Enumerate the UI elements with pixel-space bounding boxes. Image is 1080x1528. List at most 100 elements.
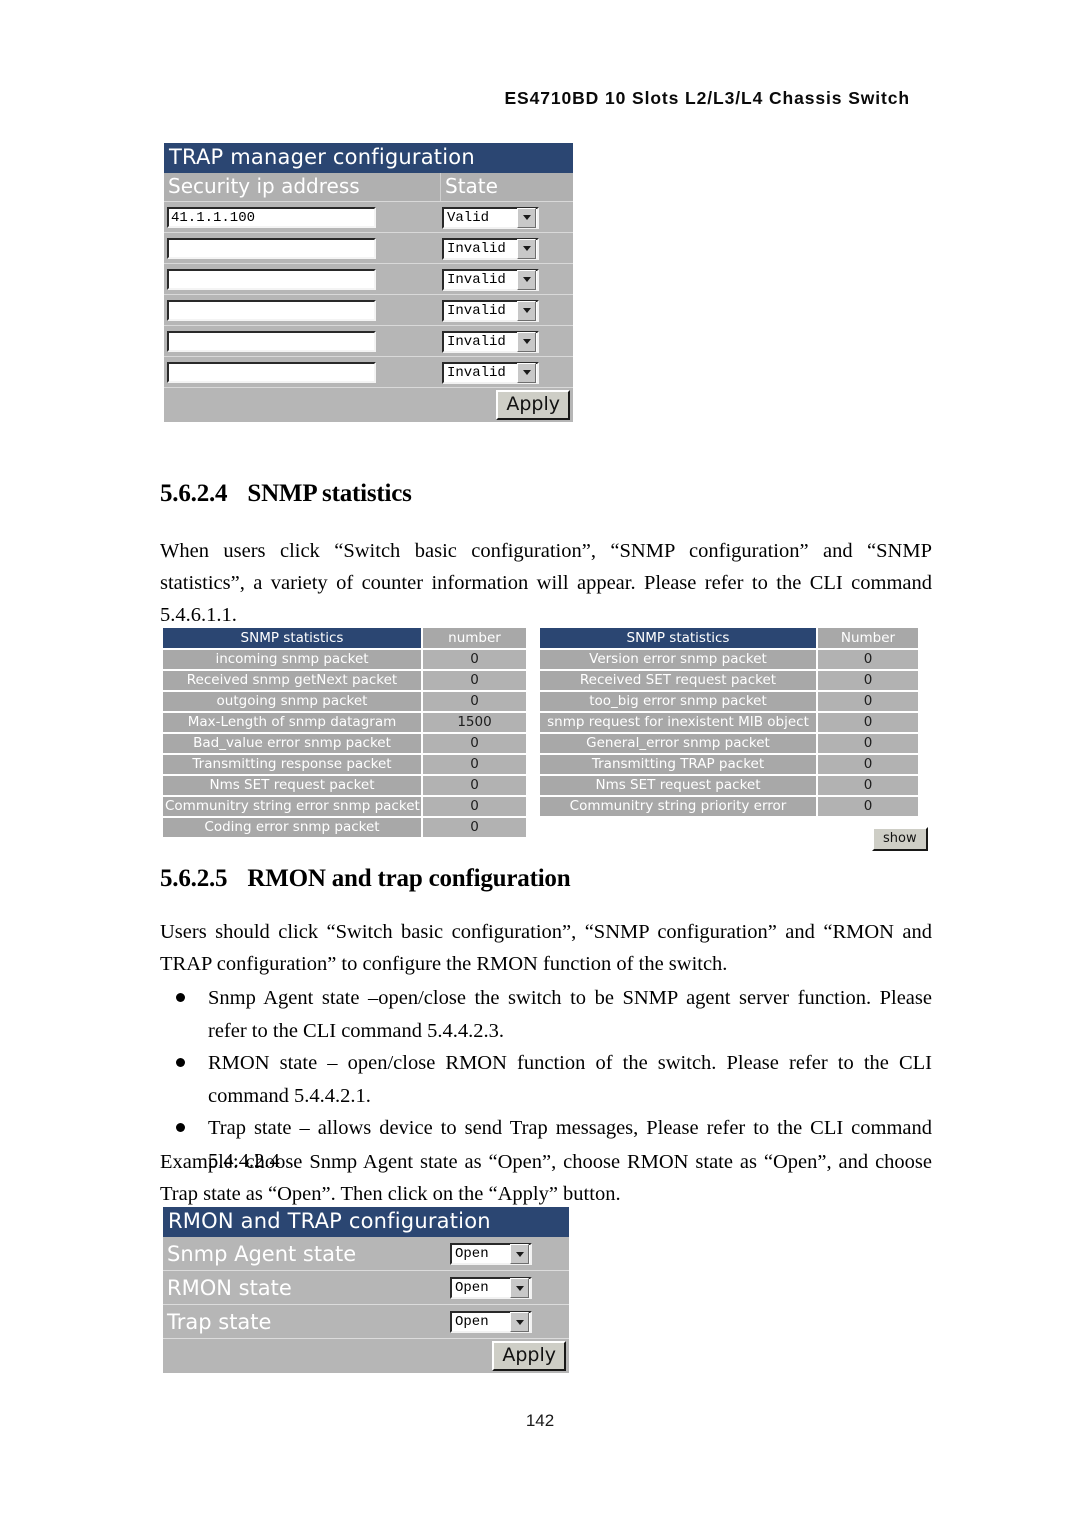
- chevron-down-icon[interactable]: [517, 207, 536, 228]
- running-head: ES4710BD 10 Slots L2/L3/L4 Chassis Switc…: [504, 88, 910, 108]
- stat-value: 0: [818, 755, 918, 774]
- stat-value: 0: [423, 818, 526, 837]
- stat-value: 1500: [423, 713, 526, 732]
- trap-manager-row: Valid: [164, 202, 573, 233]
- table-row: Coding error snmp packet 0: [163, 818, 526, 837]
- bullet-icon: [176, 993, 185, 1002]
- state-select-3[interactable]: Invalid: [442, 268, 539, 291]
- select-value: Invalid: [447, 302, 506, 319]
- select-value: Invalid: [447, 271, 506, 288]
- security-ip-input-1[interactable]: [167, 207, 376, 229]
- state-select-6[interactable]: Invalid: [442, 361, 539, 384]
- state-cell: Invalid: [436, 237, 573, 260]
- snmp-statistics-table-right: SNMP statistics Number Version error snm…: [540, 628, 918, 816]
- chevron-down-icon[interactable]: [510, 1278, 529, 1298]
- security-ip-input-3[interactable]: [167, 269, 376, 291]
- state-cell: Invalid: [436, 268, 573, 291]
- select-value: Open: [455, 1314, 489, 1330]
- stat-value: 0: [423, 692, 526, 711]
- state-cell: Valid: [436, 206, 573, 229]
- stat-name: Nms SET request packet: [540, 776, 816, 795]
- table-row: Received snmp getNext packet 0: [163, 671, 526, 690]
- chevron-down-icon[interactable]: [517, 300, 536, 321]
- trap-manager-panel: TRAP manager configuration Security ip a…: [164, 143, 573, 422]
- stat-value: 0: [818, 797, 918, 816]
- stat-value: 0: [818, 692, 918, 711]
- rmon-trap-row: RMON state Open: [163, 1271, 569, 1305]
- snmp-right-rows: Version error snmp packet 0 Received SET r…: [540, 650, 918, 816]
- table-row: incoming snmp packet 0: [163, 650, 526, 669]
- stat-name: Version error snmp packet: [540, 650, 816, 669]
- trap-manager-row: Invalid: [164, 357, 573, 388]
- table-row: Received SET request packet 0: [540, 671, 918, 690]
- stat-name: Transmitting TRAP packet: [540, 755, 816, 774]
- state-select-1[interactable]: Valid: [442, 206, 539, 229]
- column-header-security-ip: Security ip address: [168, 174, 360, 198]
- state-select-2[interactable]: Invalid: [442, 237, 539, 260]
- table-row: snmp request for inexistent MIB object 0: [540, 713, 918, 732]
- table-row: Max-Length of snmp datagram 1500: [163, 713, 526, 732]
- state-select-4[interactable]: Invalid: [442, 299, 539, 322]
- column-header-number: number: [423, 628, 526, 648]
- rmon-row-control: Open: [448, 1276, 569, 1299]
- security-ip-input-5[interactable]: [167, 331, 376, 353]
- security-ip-cell: [164, 299, 436, 322]
- stat-name: incoming snmp packet: [163, 650, 421, 669]
- paragraph-snmp-statistics: When users click “Switch basic configura…: [160, 540, 932, 626]
- rmon-state-select-3[interactable]: Open: [450, 1311, 532, 1333]
- list-item-text: Snmp Agent state –open/close the switch …: [208, 987, 932, 1042]
- select-value: Valid: [447, 209, 490, 226]
- rmon-trap-panel: RMON and TRAP configuration Snmp Agent s…: [163, 1207, 569, 1373]
- security-ip-cell: [164, 268, 436, 291]
- column-header-state: State: [440, 173, 573, 201]
- rmon-row-label: RMON state: [167, 1275, 292, 1300]
- security-ip-input-6[interactable]: [167, 362, 376, 384]
- chevron-down-icon[interactable]: [510, 1244, 529, 1264]
- rmon-row-control: Open: [448, 1242, 569, 1265]
- list-item: RMON state – open/close RMON function of…: [160, 1047, 932, 1112]
- trap-manager-row: Invalid: [164, 326, 573, 357]
- security-ip-cell: [164, 206, 436, 229]
- select-value: Open: [455, 1280, 489, 1296]
- rmon-apply-button[interactable]: Apply: [492, 1341, 566, 1371]
- bullet-icon: [176, 1058, 185, 1067]
- rmon-trap-row: Snmp Agent state Open: [163, 1237, 569, 1271]
- table-header-row: SNMP statistics Number: [540, 628, 918, 648]
- security-ip-input-4[interactable]: [167, 300, 376, 322]
- table-row: Nms SET request packet 0: [540, 776, 918, 795]
- table-header-row: SNMP statistics number: [163, 628, 526, 648]
- section-heading-snmp-statistics: 5.6.2.4 SNMP statistics: [160, 480, 412, 508]
- trap-apply-button[interactable]: Apply: [496, 390, 570, 420]
- list-item-text: RMON state – open/close RMON function of…: [208, 1052, 932, 1107]
- security-ip-cell: [164, 330, 436, 353]
- table-row: Bad_value error snmp packet 0: [163, 734, 526, 753]
- stat-name: Received SET request packet: [540, 671, 816, 690]
- select-value: Invalid: [447, 364, 506, 381]
- state-select-5[interactable]: Invalid: [442, 330, 539, 353]
- rmon-row-label: Snmp Agent state: [167, 1241, 357, 1266]
- stat-value: 0: [818, 713, 918, 732]
- stat-name: too_big error snmp packet: [540, 692, 816, 711]
- stat-name: General_error snmp packet: [540, 734, 816, 753]
- stat-name: Coding error snmp packet: [163, 818, 421, 837]
- table-row: Transmitting response packet 0: [163, 755, 526, 774]
- table-row: Communitry string priority error 0: [540, 797, 918, 816]
- state-cell: Invalid: [436, 330, 573, 353]
- stat-value: 0: [423, 797, 526, 816]
- rmon-state-select-2[interactable]: Open: [450, 1277, 532, 1299]
- chevron-down-icon[interactable]: [517, 269, 536, 290]
- rmon-state-select-1[interactable]: Open: [450, 1243, 532, 1265]
- chevron-down-icon[interactable]: [517, 238, 536, 259]
- chevron-down-icon[interactable]: [510, 1312, 529, 1332]
- section-title: SNMP statistics: [247, 480, 412, 507]
- snmp-left-rows: incoming snmp packet 0 Received snmp getNe…: [163, 650, 526, 837]
- show-button[interactable]: show: [872, 827, 928, 851]
- rmon-trap-row: Trap state Open: [163, 1305, 569, 1339]
- chevron-down-icon[interactable]: [517, 362, 536, 383]
- table-row: Transmitting TRAP packet 0: [540, 755, 918, 774]
- security-ip-cell: [164, 237, 436, 260]
- stat-name: Communitry string priority error: [540, 797, 816, 816]
- chevron-down-icon[interactable]: [517, 331, 536, 352]
- section-number: 5.6.2.4: [160, 480, 228, 507]
- security-ip-input-2[interactable]: [167, 238, 376, 260]
